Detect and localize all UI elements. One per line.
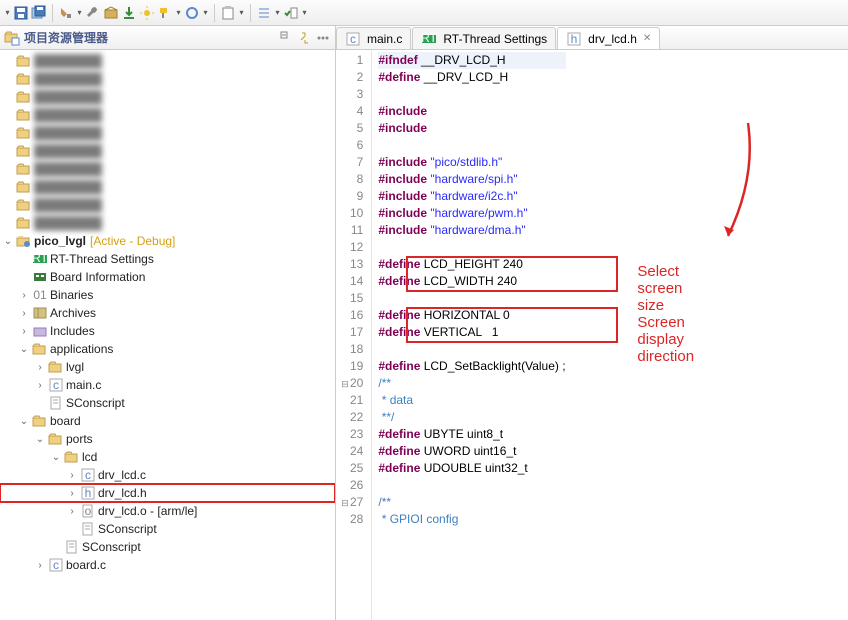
tree-node[interactable]: SConscript <box>0 394 335 412</box>
paint-dropdown[interactable]: ▾ <box>175 5 182 21</box>
arrow-annotation <box>718 118 758 248</box>
clipboard-icon[interactable] <box>220 5 236 21</box>
tree-node[interactable]: ›Archives <box>0 304 335 322</box>
check-list-icon[interactable] <box>283 5 299 21</box>
build-icon[interactable] <box>58 5 74 21</box>
tree-node[interactable]: ›01Binaries <box>0 286 335 304</box>
project-explorer-panel: 项目资源管理器 ████████████████████████████████… <box>0 26 336 620</box>
tab-icon: h <box>566 31 582 47</box>
paint-icon[interactable] <box>157 5 173 21</box>
tree-node[interactable]: SConscript <box>0 520 335 538</box>
svg-text:01: 01 <box>33 288 47 302</box>
tree-node[interactable]: ████████ <box>0 142 335 160</box>
tree-node[interactable]: SConscript <box>0 538 335 556</box>
tree-node[interactable]: ⌄lcd <box>0 448 335 466</box>
collapse-all-icon[interactable] <box>279 30 295 46</box>
svg-text:h: h <box>571 32 578 46</box>
svg-text:c: c <box>350 32 356 46</box>
tree-node[interactable]: ████████ <box>0 88 335 106</box>
svg-text:c: c <box>53 378 59 392</box>
main-toolbar: ▾ ▾ ▾ ▾ ▾ ▾ ▾ <box>0 0 848 26</box>
build-dropdown[interactable]: ▾ <box>76 5 83 21</box>
list-icon[interactable] <box>256 5 272 21</box>
editor-tab[interactable]: RTRT-Thread Settings <box>412 27 556 49</box>
svg-text:RT: RT <box>421 31 437 45</box>
open-type-icon[interactable] <box>184 5 200 21</box>
annotation-display-direction: Screen display direction <box>637 314 694 365</box>
tree-node[interactable]: ████████ <box>0 214 335 232</box>
svg-text:o: o <box>85 504 92 518</box>
save-all-icon[interactable] <box>31 5 47 21</box>
link-editor-icon[interactable] <box>297 30 313 46</box>
tab-icon: RT <box>421 31 437 47</box>
list-dropdown[interactable]: ▾ <box>274 5 281 21</box>
tree-node[interactable]: ████████ <box>0 178 335 196</box>
check-list-dropdown[interactable]: ▾ <box>301 5 308 21</box>
tree-node[interactable]: ████████ <box>0 52 335 70</box>
tree-node[interactable]: ›lvgl <box>0 358 335 376</box>
tree-node[interactable]: ⌄ports <box>0 430 335 448</box>
close-icon[interactable]: ✕ <box>643 33 651 44</box>
code-editor[interactable]: 12345678910111213141516171819⊟2021222324… <box>336 50 848 620</box>
svg-text:RT: RT <box>32 251 48 265</box>
svg-text:h: h <box>85 486 92 500</box>
download-icon[interactable] <box>121 5 137 21</box>
tree-node[interactable]: ›hdrv_lcd.h <box>0 484 335 502</box>
panel-title-bar: 项目资源管理器 <box>4 29 279 46</box>
tree-node[interactable]: ████████ <box>0 106 335 124</box>
tree-node[interactable]: ›cboard.c <box>0 556 335 574</box>
tree-node[interactable]: ⌄pico_lvgl[Active - Debug] <box>0 232 335 250</box>
tree-node[interactable]: ›odrv_lcd.o - [arm/le] <box>0 502 335 520</box>
tree-node[interactable]: ⌄board <box>0 412 335 430</box>
filter-icon[interactable] <box>315 30 331 46</box>
tree-node[interactable]: ████████ <box>0 160 335 178</box>
editor-tab[interactable]: hdrv_lcd.h✕ <box>557 27 660 49</box>
tree-node[interactable]: Board Information <box>0 268 335 286</box>
clipboard-dropdown[interactable]: ▾ <box>238 5 245 21</box>
tree-node[interactable]: ›cdrv_lcd.c <box>0 466 335 484</box>
editor-tab[interactable]: cmain.c <box>336 27 411 49</box>
tree-node[interactable]: RTRT-Thread Settings <box>0 250 335 268</box>
tree-node[interactable]: ████████ <box>0 196 335 214</box>
editor-tabs: cmain.cRTRT-Thread Settingshdrv_lcd.h✕ <box>336 26 848 50</box>
tree-node[interactable]: ████████ <box>0 70 335 88</box>
save-icon[interactable] <box>13 5 29 21</box>
tree-node[interactable]: ⌄applications <box>0 340 335 358</box>
folder-nav-icon <box>4 30 20 46</box>
new-dropdown[interactable]: ▾ <box>4 5 11 21</box>
sun-icon[interactable] <box>139 5 155 21</box>
tree-node[interactable]: ›cmain.c <box>0 376 335 394</box>
svg-text:c: c <box>53 558 59 572</box>
tab-icon: c <box>345 31 361 47</box>
annotation-screen-size: Select screen size <box>637 263 682 314</box>
tree-node[interactable]: ›Includes <box>0 322 335 340</box>
svg-text:c: c <box>85 468 91 482</box>
panel-title: 项目资源管理器 <box>24 29 108 46</box>
open-type-dropdown[interactable]: ▾ <box>202 5 209 21</box>
tree-node[interactable]: ████████ <box>0 124 335 142</box>
project-tree[interactable]: ████████████████████████████████████████… <box>0 50 335 620</box>
package-icon[interactable] <box>103 5 119 21</box>
wrench-icon[interactable] <box>85 5 101 21</box>
